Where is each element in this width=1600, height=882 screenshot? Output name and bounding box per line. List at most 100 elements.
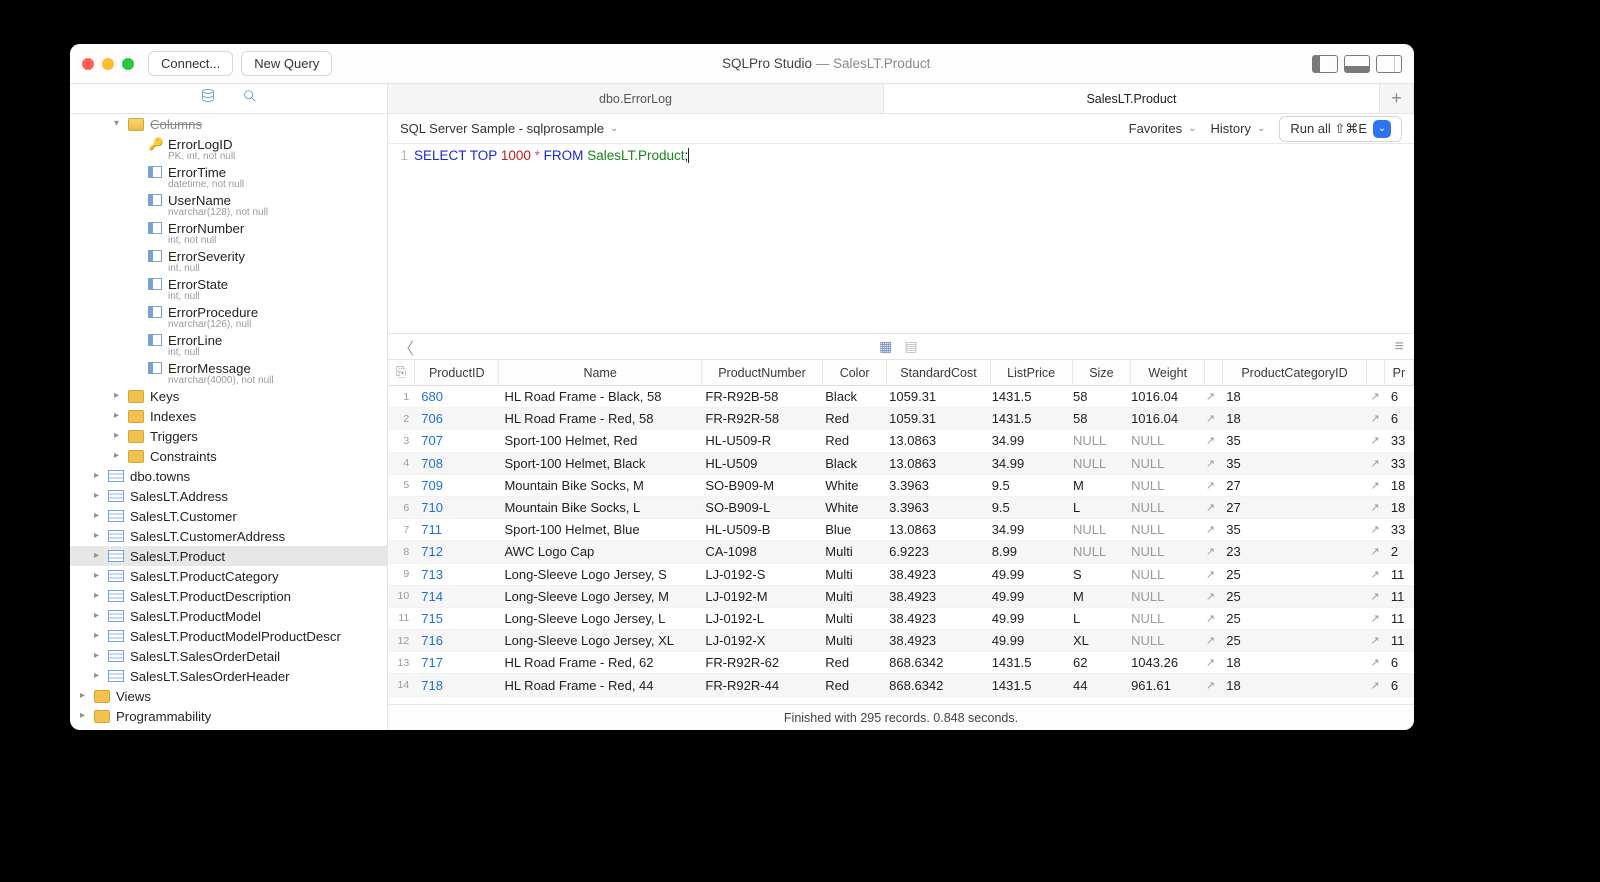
text-view-icon[interactable]: ▤: [904, 338, 929, 354]
table-row[interactable]: 6 710 Mountain Bike Socks, L ▼SO-B909-L …: [388, 497, 1414, 519]
cell-extra[interactable]: 18: [1385, 500, 1414, 515]
folder-item[interactable]: Indexes: [70, 406, 387, 426]
table-row[interactable]: 8 712 AWC Logo Cap CA-1098 Multi 6.9223 …: [388, 541, 1414, 563]
grid-view-icon[interactable]: ▦: [879, 338, 904, 354]
cell-productcategoryid[interactable]: 27: [1220, 478, 1363, 493]
table-item[interactable]: SalesLT.ProductCategory: [70, 566, 387, 586]
table-row[interactable]: 11 715 Long-Sleeve Logo Jersey, L LJ-019…: [388, 608, 1414, 630]
link-icon[interactable]: ↗: [1363, 656, 1381, 669]
cell-name[interactable]: HL Road Frame - Red, 44: [498, 678, 699, 693]
database-icon[interactable]: [200, 88, 216, 109]
cell-listprice[interactable]: 9.5: [986, 500, 1067, 515]
cell-name[interactable]: Long-Sleeve Logo Jersey, M: [498, 589, 699, 604]
link-icon[interactable]: ↗: [1363, 501, 1381, 514]
cell-name[interactable]: HL Road Frame - Black, 58: [498, 389, 699, 404]
columns-folder[interactable]: Columns: [150, 117, 202, 132]
cell-productnumber[interactable]: LJ-0192-X: [699, 633, 819, 648]
link-icon[interactable]: ↗: [1363, 523, 1381, 536]
cell-listprice[interactable]: 1431.5: [986, 389, 1067, 404]
cell-productnumber[interactable]: FR-R92R-44: [699, 678, 819, 693]
export-icon[interactable]: ⎘: [396, 365, 406, 380]
cell-productid[interactable]: 717: [415, 655, 498, 670]
table-row[interactable]: 13 717 HL Road Frame - Red, 62 FR-R92R-6…: [388, 652, 1414, 674]
cell-productnumber[interactable]: HL-U509: [699, 456, 819, 471]
table-row[interactable]: 2 706 HL Road Frame - Red, 58 FR-R92R-58…: [388, 408, 1414, 430]
connect-button[interactable]: Connect...: [148, 51, 233, 76]
cell-size[interactable]: 62: [1067, 655, 1125, 670]
cell-listprice[interactable]: 1431.5: [986, 678, 1067, 693]
cell-productid[interactable]: 713: [415, 567, 498, 582]
cell-size[interactable]: 58: [1067, 389, 1125, 404]
cell-size[interactable]: NULL: [1067, 522, 1125, 537]
cell-weight[interactable]: 1016.04: [1125, 411, 1199, 426]
run-all-button[interactable]: Run all ⇧⌘E ⌄: [1279, 116, 1402, 142]
link-icon[interactable]: ↗: [1199, 390, 1217, 403]
cell-name[interactable]: Mountain Bike Socks, L: [498, 500, 699, 515]
link-icon[interactable]: ↗: [1199, 457, 1217, 470]
cell-extra[interactable]: 11: [1385, 589, 1414, 604]
panel-bottom-icon[interactable]: [1344, 55, 1370, 73]
link-icon[interactable]: ↗: [1199, 434, 1217, 447]
cell-extra[interactable]: 6: [1385, 389, 1414, 404]
table-item[interactable]: SalesLT.Customer: [70, 506, 387, 526]
cell-productnumber[interactable]: CA-1098: [699, 544, 819, 559]
column-header[interactable]: Pr: [1385, 360, 1414, 385]
cell-size[interactable]: 58: [1067, 411, 1125, 426]
link-icon[interactable]: ↗: [1199, 523, 1217, 536]
cell-extra[interactable]: 18: [1385, 478, 1414, 493]
cell-productnumber[interactable]: LJ-0192-L: [699, 611, 819, 626]
link-icon[interactable]: ↗: [1199, 479, 1217, 492]
zoom-icon[interactable]: [122, 58, 134, 70]
cell-productcategoryid[interactable]: 35: [1220, 456, 1363, 471]
folder-item[interactable]: Keys: [70, 386, 387, 406]
cell-weight[interactable]: 1016.04: [1125, 389, 1199, 404]
cell-listprice[interactable]: 34.99: [986, 522, 1067, 537]
cell-color[interactable]: White: [819, 478, 883, 493]
link-icon[interactable]: ↗: [1363, 590, 1381, 603]
cell-extra[interactable]: 2: [1385, 544, 1414, 559]
cell-productcategoryid[interactable]: 18: [1220, 389, 1363, 404]
column-header[interactable]: ⎘: [388, 360, 415, 385]
cell-name[interactable]: AWC Logo Cap: [498, 544, 699, 559]
cell-productcategoryid[interactable]: 25: [1220, 633, 1363, 648]
cell-color[interactable]: Black: [819, 389, 883, 404]
cell-color[interactable]: Multi: [819, 589, 883, 604]
history-button[interactable]: History: [1211, 121, 1251, 136]
cell-productid[interactable]: 680: [415, 389, 498, 404]
cell-size[interactable]: NULL: [1067, 433, 1125, 448]
cell-listprice[interactable]: 49.99: [986, 567, 1067, 582]
cell-name[interactable]: Long-Sleeve Logo Jersey, S: [498, 567, 699, 582]
table-item[interactable]: dbo.towns: [70, 466, 387, 486]
cell-weight[interactable]: 961.61: [1125, 678, 1199, 693]
link-icon[interactable]: ↗: [1363, 568, 1381, 581]
folder-item[interactable]: Views: [70, 686, 387, 706]
database-selector[interactable]: SQL Server Sample - sqlprosample: [400, 121, 604, 136]
link-icon[interactable]: ↗: [1363, 634, 1381, 647]
table-item[interactable]: SalesLT.ProductModel: [70, 606, 387, 626]
cell-standardcost[interactable]: 38.4923: [883, 567, 986, 582]
column-header[interactable]: Name: [499, 360, 702, 385]
table-row[interactable]: 10 714 Long-Sleeve Logo Jersey, M LJ-019…: [388, 586, 1414, 608]
cell-extra[interactable]: 33: [1385, 522, 1414, 537]
column-item[interactable]: ErrorNumber: [70, 218, 387, 238]
table-item[interactable]: SalesLT.SalesOrderHeader: [70, 666, 387, 686]
cell-listprice[interactable]: 34.99: [986, 433, 1067, 448]
chevron-down-icon[interactable]: ⌄: [1373, 120, 1391, 138]
folder-item[interactable]: Programmability: [70, 706, 387, 726]
cell-color[interactable]: Multi: [819, 633, 883, 648]
cell-productid[interactable]: 708: [415, 456, 498, 471]
sql-code[interactable]: SELECT TOP 1000 * FROM SalesLT.Product;: [414, 148, 1414, 163]
table-item[interactable]: SalesLT.ProductDescription: [70, 586, 387, 606]
cell-productnumber[interactable]: HL-U509-B: [699, 522, 819, 537]
cell-standardcost[interactable]: 868.6342: [883, 678, 986, 693]
cell-size[interactable]: S: [1067, 567, 1125, 582]
cell-color[interactable]: Blue: [819, 522, 883, 537]
cell-weight[interactable]: NULL: [1125, 611, 1199, 626]
column-header[interactable]: [1205, 360, 1223, 385]
cell-productcategoryid[interactable]: 18: [1220, 678, 1363, 693]
cell-standardcost[interactable]: 3.3963: [883, 478, 986, 493]
column-header[interactable]: ProductID: [415, 360, 499, 385]
table-row[interactable]: 5 709 Mountain Bike Socks, M SO-B909-M W…: [388, 475, 1414, 497]
cell-productnumber[interactable]: SO-B909-M: [699, 478, 819, 493]
column-header[interactable]: ProductCategoryID: [1223, 360, 1367, 385]
